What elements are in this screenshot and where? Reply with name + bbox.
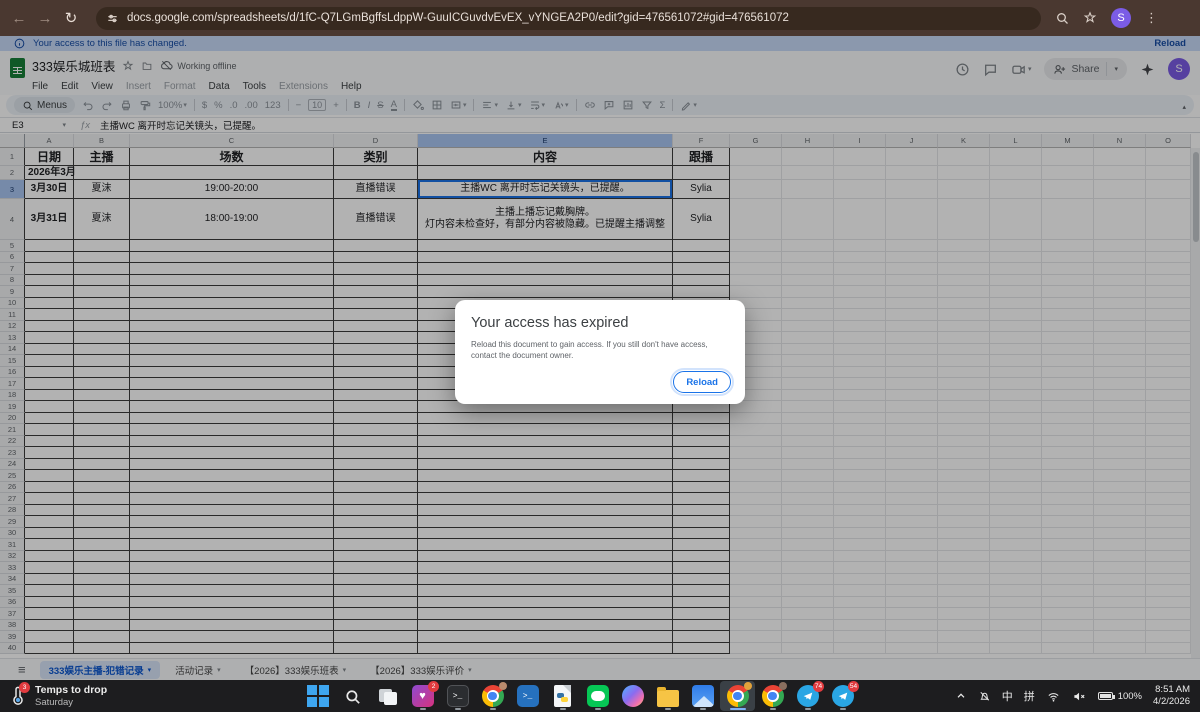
browser-bar: ← → ↻ docs.google.com/spreadsheets/d/1fC… — [0, 0, 1200, 36]
ime-pinyin-icon[interactable]: 拼 — [1024, 688, 1035, 704]
page: Your access to this file has changed. Re… — [0, 36, 1200, 680]
weather-widget[interactable]: 3 Temps to drop Saturday — [0, 684, 300, 709]
tray-expand-icon[interactable] — [955, 690, 967, 702]
bookmark-star-icon[interactable] — [1083, 11, 1097, 25]
address-bar[interactable]: docs.google.com/spreadsheets/d/1fC-Q7LGm… — [96, 7, 1041, 30]
forward-icon[interactable]: → — [32, 10, 58, 27]
taskbar-telegram-icon[interactable]: 74 — [790, 681, 825, 711]
taskbar-start-icon[interactable] — [300, 681, 335, 711]
site-settings-icon[interactable] — [106, 12, 119, 25]
volume-muted-icon[interactable] — [1072, 690, 1087, 703]
taskbar-photos-icon[interactable] — [685, 681, 720, 711]
taskbar-powershell-icon[interactable]: >_ — [510, 681, 545, 711]
dialog-reload-button[interactable]: Reload — [673, 371, 731, 393]
url-text[interactable]: docs.google.com/spreadsheets/d/1fC-Q7LGm… — [127, 12, 789, 24]
taskbar-taskview-icon[interactable] — [370, 681, 405, 711]
taskbar-python-file-icon[interactable] — [545, 681, 580, 711]
taskbar-copilot-icon[interactable] — [615, 681, 650, 711]
taskbar-chrome-icon[interactable] — [755, 681, 790, 711]
system-tray: 中 拼 100% 8:51 AM 4/2/2026 — [955, 684, 1200, 708]
taskbar-telegram-icon[interactable]: 54 — [825, 681, 860, 711]
notifications-off-icon[interactable] — [978, 690, 991, 703]
taskbar-heart-app-icon[interactable]: ♥2 — [405, 681, 440, 711]
tray-time: 8:51 AM — [1153, 684, 1190, 696]
dialog-body: Reload this document to gain access. If … — [471, 340, 729, 362]
battery-icon[interactable] — [1098, 692, 1113, 700]
weather-badge: 3 — [19, 682, 30, 693]
battery-percent: 100% — [1118, 691, 1142, 702]
dialog-title: Your access has expired — [471, 315, 729, 331]
ime-language-icon[interactable]: 中 — [1002, 688, 1013, 704]
tray-date: 4/2/2026 — [1153, 696, 1190, 708]
access-expired-dialog: Your access has expired Reload this docu… — [455, 300, 745, 404]
reload-icon[interactable]: ↻ — [58, 9, 84, 27]
taskbar-search-icon[interactable] — [335, 681, 370, 711]
screen: ← → ↻ docs.google.com/spreadsheets/d/1fC… — [0, 0, 1200, 712]
taskbar-terminal-icon[interactable]: >_ — [440, 681, 475, 711]
back-icon[interactable]: ← — [6, 10, 32, 27]
browser-menu-icon[interactable]: ⋮ — [1145, 10, 1158, 26]
wifi-icon[interactable] — [1046, 690, 1061, 703]
taskbar: 3 Temps to drop Saturday ♥2>_>_7454 中 拼 … — [0, 680, 1200, 712]
weather-title: Temps to drop — [35, 684, 107, 697]
weather-subtitle: Saturday — [35, 697, 107, 709]
browser-avatar[interactable]: S — [1111, 8, 1131, 28]
search-icon[interactable] — [1055, 11, 1069, 25]
taskbar-chrome-icon[interactable] — [475, 681, 510, 711]
taskbar-clock[interactable]: 8:51 AM 4/2/2026 — [1153, 684, 1190, 708]
taskbar-folder-icon[interactable] — [650, 681, 685, 711]
taskbar-line-icon[interactable] — [580, 681, 615, 711]
taskbar-chrome-icon[interactable] — [720, 681, 755, 711]
